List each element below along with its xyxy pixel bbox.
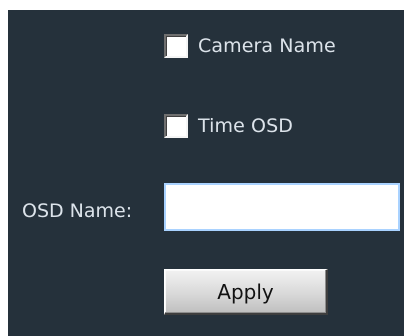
osd-settings-panel: Camera Name Time OSD OSD Name: Apply (8, 10, 404, 336)
camera-name-checkbox[interactable] (164, 34, 188, 58)
time-osd-checkbox[interactable] (164, 114, 188, 138)
osd-name-input[interactable] (164, 183, 400, 231)
time-osd-label: Time OSD (198, 114, 293, 137)
camera-name-option: Camera Name (164, 34, 336, 58)
osd-name-label: OSD Name: (22, 200, 133, 222)
camera-name-label: Camera Name (198, 34, 336, 57)
time-osd-option: Time OSD (164, 114, 293, 138)
apply-button[interactable]: Apply (164, 269, 328, 315)
